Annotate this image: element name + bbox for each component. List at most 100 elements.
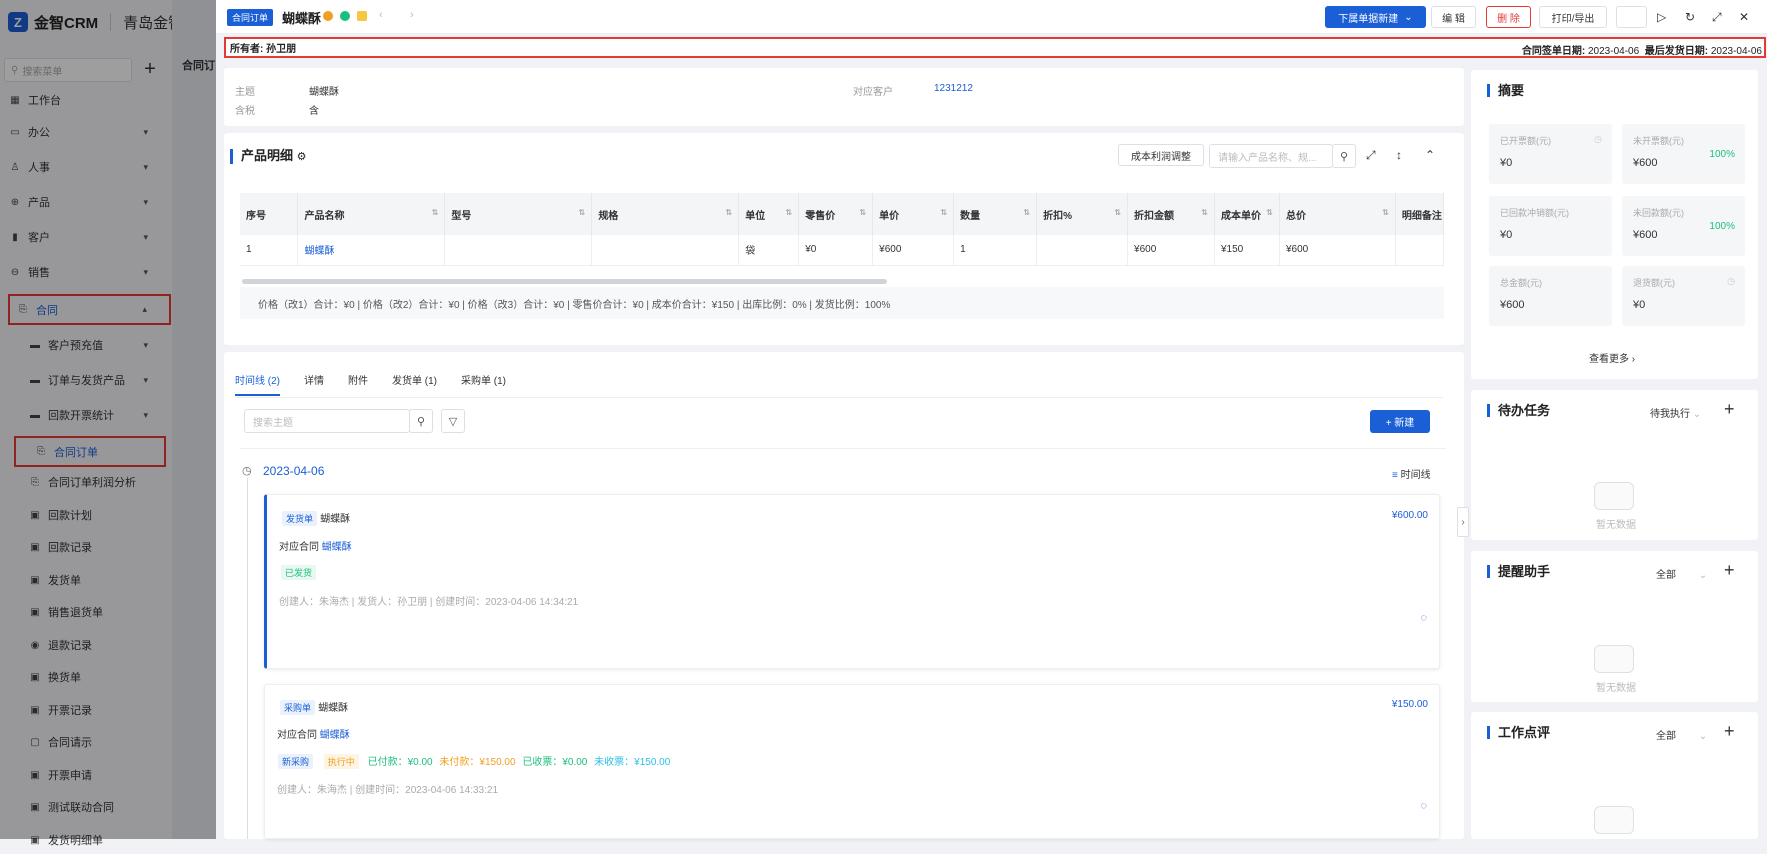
column-header[interactable]: 数量 ⇅: [953, 193, 1038, 235]
card-header: 采购单 蝴蝶酥: [280, 699, 348, 715]
prev-record-icon[interactable]: ‹: [379, 9, 383, 21]
delete-button[interactable]: 删 除: [1486, 6, 1531, 28]
divider: [240, 448, 1446, 449]
fullscreen-icon[interactable]: ⤢: [1712, 10, 1722, 25]
print-export-button[interactable]: 打印/导出: [1539, 6, 1607, 28]
timeline-card-purchase[interactable]: 采购单 蝴蝶酥 ¥150.00 对应合同 蝴蝶酥 新采购 执行中 已付款：¥0.…: [264, 684, 1440, 839]
sort-icon[interactable]: ⇅: [859, 208, 866, 217]
todo-title: 待办任务: [1487, 404, 1550, 417]
status-dot-icon: [323, 11, 333, 21]
info-icon: ◷: [1727, 276, 1735, 286]
timeline-search-input[interactable]: 搜索主题: [244, 409, 410, 433]
contract-link[interactable]: 蝴蝶酥: [320, 730, 350, 741]
review-filter-select[interactable]: 全部 ⌄: [1656, 727, 1707, 742]
empty-icon: [1594, 482, 1634, 510]
header-label: 明细备注: [1401, 210, 1442, 222]
sort-icon[interactable]: ⇅: [579, 208, 586, 217]
column-header[interactable]: 产品名称 ⇅: [297, 193, 446, 235]
column-header[interactable]: 明细备注: [1395, 193, 1445, 235]
card-amount: ¥600.00: [1391, 510, 1428, 521]
settings-icon[interactable]: ⚙: [297, 151, 307, 163]
fullscreen-icon[interactable]: ⤢: [1366, 148, 1376, 163]
sort-icon[interactable]: ⇅: [726, 208, 733, 217]
cost-profit-adjust-button[interactable]: 成本利润调整: [1118, 144, 1204, 166]
refresh-icon[interactable]: ↻: [1685, 10, 1695, 24]
column-header[interactable]: 折扣金额 ⇅: [1127, 193, 1215, 235]
filter-icon[interactable]: ▽: [441, 409, 465, 433]
button-label: 下属单据新建: [1338, 13, 1399, 25]
tab-shipping-orders[interactable]: 发货单 (1): [392, 372, 437, 387]
sort-icon[interactable]: ⇅: [1114, 208, 1121, 217]
reminder-filter-select[interactable]: 全部 ⌄: [1656, 566, 1707, 581]
sort-icon[interactable]: ⇅: [1266, 208, 1273, 217]
link-text: 查看更多: [1589, 354, 1629, 365]
product-name-link[interactable]: 蝴蝶酥: [297, 235, 446, 266]
column-header[interactable]: 总价 ⇅: [1279, 193, 1396, 235]
column-height-icon[interactable]: ↕: [1396, 148, 1402, 162]
pin-icon[interactable]: [357, 11, 367, 21]
stat-label: 总金额(元): [1500, 278, 1542, 288]
header-label: 单价: [879, 210, 900, 222]
table-scrollbar[interactable]: [242, 279, 887, 284]
column-header[interactable]: 型号 ⇅: [444, 193, 593, 235]
basic-info-panel: 主题 蝴蝶酥 含税 含 对应客户 1231212: [224, 68, 1464, 126]
column-header[interactable]: 折扣% ⇅: [1036, 193, 1129, 235]
customer-link[interactable]: 1231212: [934, 83, 973, 94]
timeline-view-toggle[interactable]: ≡ 时间线: [1392, 466, 1431, 481]
tax-label: 含税: [235, 106, 255, 117]
search-icon[interactable]: ⚲: [1332, 144, 1356, 168]
product-search-input[interactable]: 请输入产品名称、规...: [1209, 144, 1333, 168]
view-label: 时间线: [1400, 470, 1431, 481]
column-header[interactable]: 规格 ⇅: [591, 193, 740, 235]
sort-icon[interactable]: ⇅: [1382, 208, 1389, 217]
button-label: 打印/导出: [1551, 13, 1595, 25]
sort-icon[interactable]: ⇅: [786, 208, 793, 217]
comment-icon[interactable]: ◌: [1420, 800, 1427, 812]
column-header[interactable]: 单价 ⇅: [872, 193, 955, 235]
tab-timeline[interactable]: 时间线 (2): [235, 372, 280, 387]
tab-attachments[interactable]: 附件: [348, 372, 368, 387]
date-info: 合同签单日期: 2023-04-06 最后发货日期: 2023-04-06: [1522, 42, 1762, 57]
next-record-icon[interactable]: ›: [410, 9, 414, 21]
stat-uninvoiced: 未开票额(元) ¥600 100%: [1622, 124, 1745, 184]
stat-label: 退货额(元): [1633, 278, 1675, 288]
timeline-card-shipping[interactable]: 发货单 蝴蝶酥 ¥600.00 对应合同 蝴蝶酥 已发货 创建人：朱海杰 | 发…: [264, 494, 1440, 669]
sort-icon[interactable]: ⇅: [1023, 208, 1030, 217]
comment-icon[interactable]: ◌: [1420, 612, 1427, 624]
contract-link[interactable]: 蝴蝶酥: [322, 542, 352, 553]
collapse-icon[interactable]: ⌃: [1425, 148, 1435, 162]
column-header[interactable]: 序号: [240, 193, 299, 235]
chevron-down-icon: ⌄: [1698, 731, 1708, 742]
search-icon[interactable]: ⚲: [409, 409, 433, 433]
card-contract: 对应合同 蝴蝶酥: [277, 726, 350, 741]
tab-details[interactable]: 详情: [304, 372, 324, 387]
close-icon[interactable]: ✕: [1739, 10, 1749, 24]
subject-value: 蝴蝶酥: [309, 87, 339, 98]
column-header[interactable]: 零售价 ⇅: [798, 193, 874, 235]
stat-returned: 退货额(元) ◷ ¥0: [1622, 266, 1745, 326]
edit-button[interactable]: 编 辑: [1431, 6, 1476, 28]
column-header[interactable]: 成本单价 ⇅: [1214, 193, 1280, 235]
stat-paid-offset: 已回款冲销额(元) ¥0: [1489, 196, 1612, 256]
paid-amount: 已付款：¥0.00: [367, 757, 433, 768]
owner-bar: 所有者: 孙卫朋 合同签单日期: 2023-04-06 最后发货日期: 2023…: [224, 37, 1766, 58]
collapse-right-panel-icon[interactable]: ›: [1457, 507, 1469, 537]
sort-icon[interactable]: ⇅: [1201, 208, 1208, 217]
add-icon[interactable]: +: [1724, 560, 1735, 581]
sidebar: Z 金智CRM 青岛金智公司 ⚲ 搜索菜单 + ▦ 工作台 ▭ 办公 ▾ ♙ 人事 ▾ ⊕…: [0, 0, 216, 847]
more-button[interactable]: [1616, 6, 1647, 28]
list-icon: ≡: [1392, 470, 1398, 481]
sort-icon[interactable]: ⇅: [940, 208, 947, 217]
info-icon: ◷: [1594, 134, 1602, 144]
add-icon[interactable]: +: [1724, 721, 1735, 742]
todo-filter-select[interactable]: 待我执行 ⌄: [1650, 405, 1701, 420]
play-icon[interactable]: ▷: [1657, 10, 1666, 24]
view-more-link[interactable]: 查看更多 ›: [1589, 350, 1635, 365]
sort-icon[interactable]: ⇅: [432, 208, 439, 217]
new-timeline-button[interactable]: + 新建: [1370, 410, 1430, 433]
new-sub-document-button[interactable]: 下属单据新建 ⌄: [1325, 6, 1426, 28]
add-icon[interactable]: +: [1724, 399, 1735, 420]
tab-purchase-orders[interactable]: 采购单 (1): [461, 372, 506, 387]
column-header[interactable]: 单位 ⇅: [738, 193, 800, 235]
modal-overlay: [0, 0, 216, 839]
